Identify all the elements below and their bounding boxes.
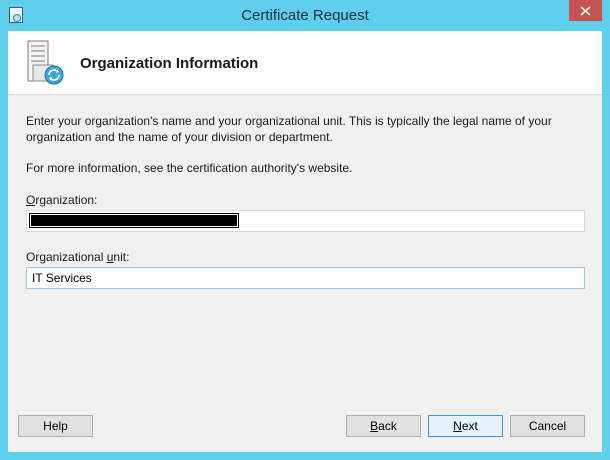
window-title: Certificate Request [241,7,369,24]
close-button[interactable] [569,0,602,21]
more-info-text: For more information, see the certificat… [26,161,353,175]
page-title: Organization Information [80,55,259,72]
organizational-unit-label: Organizational unit: [26,250,130,264]
description-text: Enter your organization's name and your … [26,114,552,144]
wizard-header: Organization Information [8,31,602,94]
close-icon [580,5,591,16]
certificate-request-window: Certificate Request Organization Informa… [0,0,610,460]
dialog-client-area: Organization Information Enter your orga… [8,31,602,452]
organizational-unit-field[interactable] [26,267,585,289]
organization-label-accelerator: O [26,193,36,207]
next-button[interactable]: Next [428,415,503,437]
organization-label: Organization: [26,193,98,207]
title-bar[interactable]: Certificate Request [0,0,610,31]
back-button[interactable]: Back [346,415,421,437]
help-button[interactable]: Help [18,415,93,437]
cancel-button[interactable]: Cancel [510,415,585,437]
redaction-bar [29,213,239,228]
header-divider [8,94,602,95]
server-certificate-icon [27,40,64,85]
